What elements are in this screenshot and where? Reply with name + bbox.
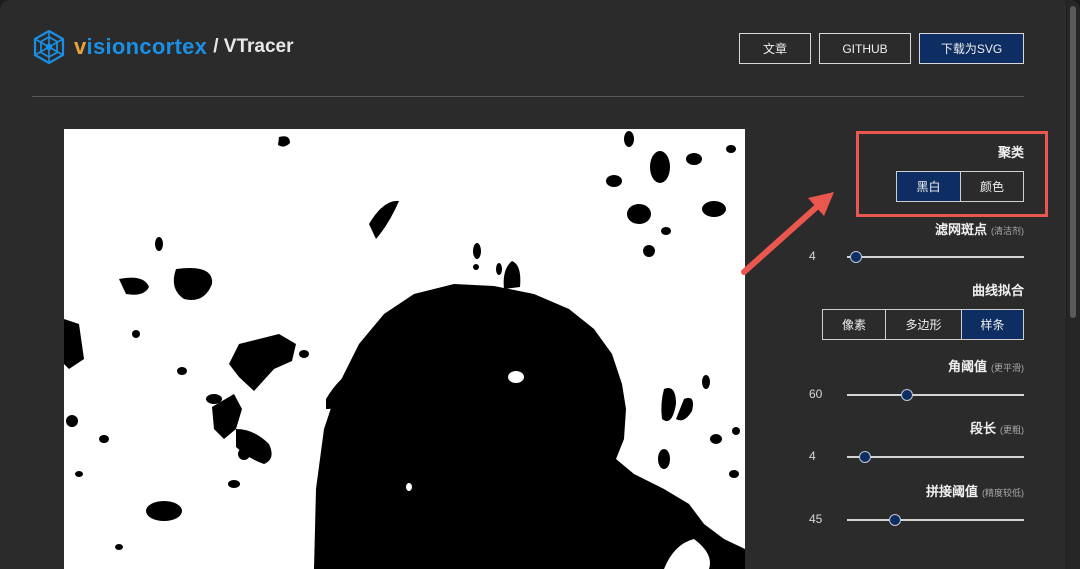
header-divider — [32, 96, 1024, 97]
speckle-shape — [624, 131, 634, 147]
slider-thumb[interactable] — [888, 514, 901, 526]
speckle-shape — [115, 544, 123, 550]
speckle-shape — [173, 268, 213, 300]
speckle-shape — [661, 388, 676, 422]
speckle-shape — [710, 434, 722, 444]
speckle-shape — [702, 375, 710, 389]
speckle-shape — [650, 151, 670, 183]
splice-threshold-title: 拼接阈值 (精度较低) — [926, 481, 1024, 500]
brand-name: visioncortex — [74, 34, 207, 60]
speckle-shape — [206, 394, 222, 404]
curve-fitting-toggle: 像素 多边形 样条 — [822, 309, 1024, 340]
slider-thumb[interactable] — [858, 451, 871, 463]
articles-button[interactable]: 文章 — [739, 33, 811, 64]
speckle-shape — [606, 175, 622, 187]
speckle-shape — [729, 470, 739, 478]
speckle-shape — [702, 201, 726, 217]
speckle-shape — [661, 227, 671, 235]
trace-canvas[interactable] — [64, 129, 745, 569]
speckle-shape — [229, 334, 296, 391]
speckle-shape — [726, 145, 736, 153]
segment-length-slider[interactable]: 4 — [800, 447, 1024, 467]
speckle-shape — [369, 200, 399, 239]
speckle-shape — [64, 319, 84, 369]
product-name: / VTracer — [213, 36, 294, 57]
splice-threshold-note: (精度较低) — [982, 488, 1024, 498]
slider-track[interactable] — [847, 394, 1024, 396]
brand-name-v: v — [74, 34, 87, 59]
corner-threshold-value: 60 — [809, 387, 823, 401]
speckle-shape — [686, 153, 702, 165]
speckle-shape — [146, 501, 182, 521]
splice-threshold-value: 45 — [809, 512, 823, 526]
traced-image — [64, 131, 745, 569]
scrollbar-thumb[interactable] — [1070, 6, 1076, 318]
splice-threshold-slider[interactable]: 45 — [800, 510, 1024, 530]
speckle-shape — [99, 435, 109, 443]
filter-speckle-note: (清洁剂) — [991, 226, 1024, 236]
segment-length-title: 段长 (更粗) — [970, 418, 1024, 437]
slider-track[interactable] — [847, 519, 1024, 521]
corner-threshold-title: 角阈值 (更平滑) — [948, 356, 1024, 375]
main-blob-shape — [314, 284, 745, 569]
app-window: visioncortex / VTracer 文章 GITHUB 下载为SVG — [0, 0, 1080, 569]
speckle-shape — [473, 264, 479, 270]
curve-option-spline[interactable]: 样条 — [961, 310, 1023, 339]
brand-name-rest: isioncortex — [86, 34, 208, 59]
blob-hole-shape — [508, 371, 524, 383]
segment-length-label: 段长 — [969, 421, 996, 436]
vision-cortex-hex-logo-icon — [33, 30, 65, 64]
speckle-shape — [676, 397, 693, 421]
speckle-shape — [627, 204, 651, 224]
speckle-shape — [66, 415, 78, 427]
speckle-shape — [238, 448, 250, 460]
curve-option-polygon[interactable]: 多边形 — [885, 310, 961, 339]
github-button[interactable]: GITHUB — [819, 33, 911, 64]
curve-option-pixel[interactable]: 像素 — [823, 310, 885, 339]
speckle-shape — [496, 263, 502, 275]
speckle-shape — [732, 427, 740, 435]
curve-fitting-title: 曲线拟合 — [971, 283, 1024, 298]
speckle-shape — [155, 237, 163, 251]
splice-threshold-label: 拼接阈值 — [925, 484, 978, 499]
annotation-highlight-box — [856, 131, 1048, 217]
filter-speckle-title: 滤网斑点 (清洁剂) — [935, 219, 1024, 238]
segment-length-value: 4 — [809, 449, 816, 463]
filter-speckle-label: 滤网斑点 — [934, 222, 987, 237]
speckle-shape — [75, 471, 83, 477]
speckle-shape — [643, 245, 655, 257]
speckle-shape — [132, 330, 140, 338]
slider-track[interactable] — [847, 256, 1024, 258]
slider-thumb[interactable] — [901, 389, 914, 401]
brand-logo[interactable]: visioncortex / VTracer — [32, 30, 294, 64]
scrollbar-track[interactable] — [1066, 0, 1080, 569]
speckle-shape — [328, 453, 336, 461]
corner-threshold-slider[interactable]: 60 — [800, 385, 1024, 405]
blob-knob-shape — [503, 261, 521, 289]
slider-track[interactable] — [847, 456, 1024, 458]
speckle-shape — [609, 451, 615, 457]
speckle-shape — [177, 367, 187, 375]
speckle-shape — [658, 449, 670, 469]
download-svg-button[interactable]: 下载为SVG — [919, 33, 1024, 64]
corner-threshold-label: 角阈值 — [947, 359, 987, 374]
header: visioncortex / VTracer 文章 GITHUB 下载为SVG — [32, 24, 1024, 76]
slider-thumb[interactable] — [849, 251, 862, 263]
blob-hole-small-shape — [406, 483, 412, 491]
speckle-shape — [278, 136, 290, 147]
annotation-arrow-icon — [741, 192, 834, 275]
segment-length-note: (更粗) — [1000, 425, 1024, 435]
top-nav: 文章 GITHUB 下载为SVG — [739, 33, 1024, 64]
corner-threshold-note: (更平滑) — [991, 363, 1024, 373]
speckle-shape — [119, 277, 149, 295]
speckle-shape — [228, 480, 240, 488]
speckle-shape — [473, 243, 481, 259]
speckle-shape — [299, 350, 309, 358]
